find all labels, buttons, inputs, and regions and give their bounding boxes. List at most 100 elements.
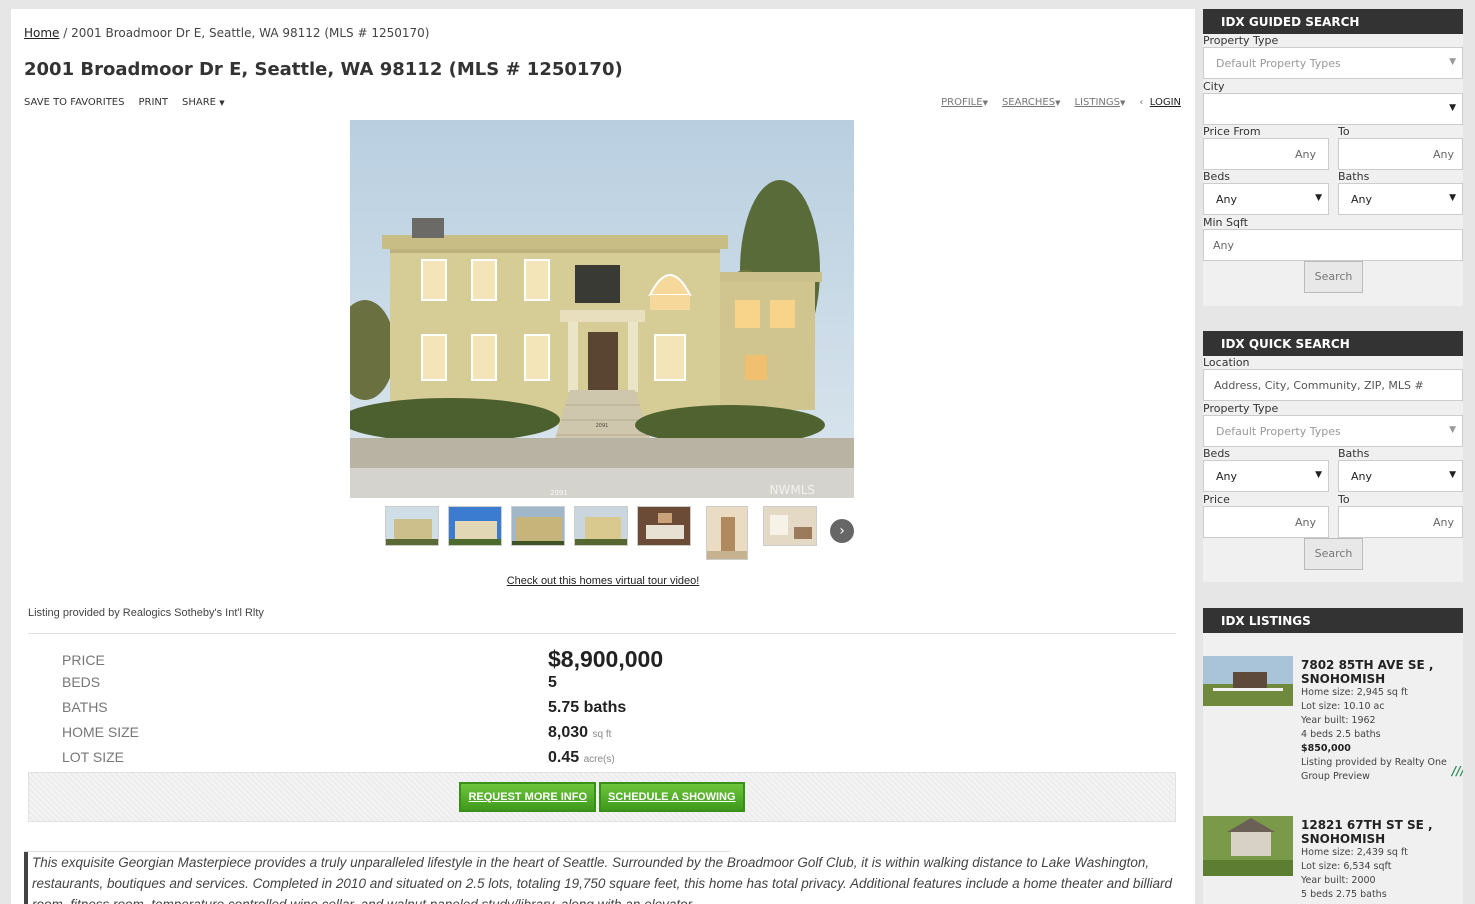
print-link[interactable]: PRINT — [138, 97, 168, 108]
page-title: 2001 Broadmoor Dr E, Seattle, WA 98112 (… — [24, 59, 623, 80]
thumbnail[interactable] — [448, 506, 502, 546]
schedule-showing-button[interactable]: SCHEDULE A SHOWING — [599, 782, 745, 812]
select-value: Default Property Types — [1216, 57, 1341, 70]
guided-search-button[interactable]: Search — [1304, 261, 1363, 293]
listing-thumbnail-image — [1203, 656, 1293, 706]
caret-down-icon: ▼ — [1055, 99, 1061, 107]
listing-price: $850,000 — [1301, 743, 1351, 754]
caret-down-icon: ▼ — [219, 99, 225, 107]
thumbnail-image — [764, 507, 816, 545]
fact-label: HOME SIZE — [62, 724, 140, 740]
lot-size: Lot size: 10.10 ac — [1301, 701, 1385, 712]
listing-address[interactable]: 7802 85TH AVE SE , SNOHOMISH — [1301, 658, 1461, 686]
beds-baths: 4 beds 2.5 baths — [1301, 729, 1381, 740]
property-type-label: Property Type — [1203, 34, 1279, 47]
caret-down-icon: ▼ — [1449, 193, 1456, 203]
thumbnail-image — [386, 507, 438, 545]
input-placeholder: Any — [1294, 148, 1316, 161]
fact-value: $8,900,000 — [548, 646, 664, 672]
baths-select[interactable]: Any ▼ — [1338, 183, 1463, 215]
input-placeholder: Any — [1213, 239, 1235, 252]
price-to-label: To — [1338, 493, 1350, 506]
thumbnail[interactable] — [763, 506, 817, 546]
fact-label: PRICE — [62, 652, 105, 668]
listing-thumbnail[interactable] — [1203, 816, 1293, 876]
thumbnail[interactable] — [385, 506, 439, 546]
baths-select[interactable]: Any ▼ — [1338, 460, 1463, 492]
price-to-input[interactable]: Any — [1338, 506, 1463, 538]
listing-provided-by: Listing provided by Realogics Sotheby's … — [28, 607, 264, 619]
breadcrumb: Home / 2001 Broadmoor Dr E, Seattle, WA … — [24, 26, 429, 40]
listings-label: LISTINGS — [1074, 97, 1120, 108]
quick-search-button[interactable]: Search — [1304, 538, 1363, 570]
property-type-select[interactable]: Default Property Types ▼ — [1203, 47, 1463, 79]
beds-select[interactable]: Any ▼ — [1203, 183, 1329, 215]
caret-down-icon: ▼ — [982, 99, 988, 107]
thumbnail[interactable] — [706, 506, 748, 560]
fact-value: 5 — [548, 674, 557, 691]
caret-down-icon: ▼ — [1315, 470, 1322, 480]
min-sqft-input[interactable]: Any — [1203, 229, 1463, 261]
listing-card[interactable]: 7802 85TH AVE SE , SNOHOMISH Home size: … — [1203, 656, 1463, 796]
fact-value: 8,030 — [548, 724, 589, 741]
login-link[interactable]: ‹ LOGIN — [1139, 97, 1181, 108]
year-built: Year built: 2000 — [1301, 875, 1376, 886]
price-from-label: Price From — [1203, 125, 1261, 138]
year-built: Year built: 1962 — [1301, 715, 1376, 726]
price-to-input[interactable]: Any — [1338, 138, 1463, 170]
breadcrumb-separator: / — [59, 26, 72, 40]
caret-down-icon: ▼ — [1449, 57, 1456, 67]
select-value: Default Property Types — [1216, 425, 1341, 438]
profile-menu[interactable]: PROFILE▼ — [941, 97, 988, 108]
beds-baths: 5 beds 2.75 baths — [1301, 889, 1387, 900]
city-label: City — [1203, 80, 1225, 93]
profile-label: PROFILE — [941, 97, 983, 108]
thumbnail[interactable] — [511, 506, 565, 546]
request-more-info-button[interactable]: REQUEST MORE INFO — [459, 782, 597, 812]
listing-actions: SAVE TO FAVORITES PRINT SHARE ▼ — [24, 97, 225, 108]
beds-select[interactable]: Any ▼ — [1203, 460, 1329, 492]
virtual-tour-row: Check out this homes virtual tour video! — [11, 575, 1195, 587]
price-to-label: To — [1338, 125, 1350, 138]
main-photo[interactable]: NWMLS 2091 2091 — [350, 120, 854, 498]
fact-value: 0.45 — [548, 749, 580, 766]
price-label: Price — [1203, 493, 1230, 506]
caret-down-icon: ▼ — [1119, 99, 1126, 107]
divider — [28, 633, 1176, 634]
mls-logo-icon: /// — [1451, 764, 1463, 778]
listing-address[interactable]: 12821 67TH ST SE , SNOHOMISH — [1301, 818, 1461, 846]
main-content: Home / 2001 Broadmoor Dr E, Seattle, WA … — [11, 9, 1195, 904]
save-to-favorites-link[interactable]: SAVE TO FAVORITES — [24, 97, 124, 108]
share-menu[interactable]: SHARE ▼ — [182, 97, 225, 108]
breadcrumb-current: 2001 Broadmoor Dr E, Seattle, WA 98112 (… — [71, 26, 430, 40]
baths-label: Baths — [1338, 447, 1370, 460]
listing-thumbnail[interactable] — [1203, 656, 1293, 706]
guided-search-widget: IDX GUIDED SEARCH Property Type Default … — [1203, 9, 1463, 306]
searches-menu[interactable]: SEARCHES▼ — [1002, 97, 1061, 108]
location-input[interactable]: Address, City, Community, ZIP, MLS # — [1203, 369, 1463, 401]
property-type-select[interactable]: Default Property Types ▼ — [1203, 415, 1463, 447]
thumbnail[interactable] — [637, 506, 691, 546]
thumbnail-image — [449, 507, 501, 545]
price-from-input[interactable]: Any — [1203, 506, 1329, 538]
input-placeholder: Address, City, Community, ZIP, MLS # — [1214, 379, 1424, 392]
input-placeholder: Any — [1432, 516, 1454, 529]
virtual-tour-link[interactable]: Check out this homes virtual tour video! — [507, 575, 700, 587]
chevron-left-icon: ‹ — [1139, 97, 1144, 108]
price-from-input[interactable]: Any — [1203, 138, 1329, 170]
listing-card[interactable]: 12821 67TH ST SE , SNOHOMISH Home size: … — [1203, 816, 1463, 904]
thumbnail-image — [638, 507, 690, 545]
home-size: Home size: 2,439 sq ft — [1301, 847, 1408, 858]
location-label: Location — [1203, 356, 1250, 369]
caret-down-icon: ▼ — [1449, 470, 1456, 480]
select-value: Any — [1216, 470, 1238, 483]
widget-title: IDX GUIDED SEARCH — [1203, 9, 1463, 34]
breadcrumb-home-link[interactable]: Home — [24, 26, 59, 40]
searches-label: SEARCHES — [1001, 97, 1056, 108]
select-value: Any — [1351, 470, 1373, 483]
chevron-right-icon[interactable]: › — [830, 519, 854, 543]
city-select[interactable]: ▼ — [1203, 93, 1463, 125]
login-label: LOGIN — [1149, 97, 1181, 108]
thumbnail[interactable] — [574, 506, 628, 546]
listings-menu[interactable]: LISTINGS▼ — [1074, 97, 1125, 108]
